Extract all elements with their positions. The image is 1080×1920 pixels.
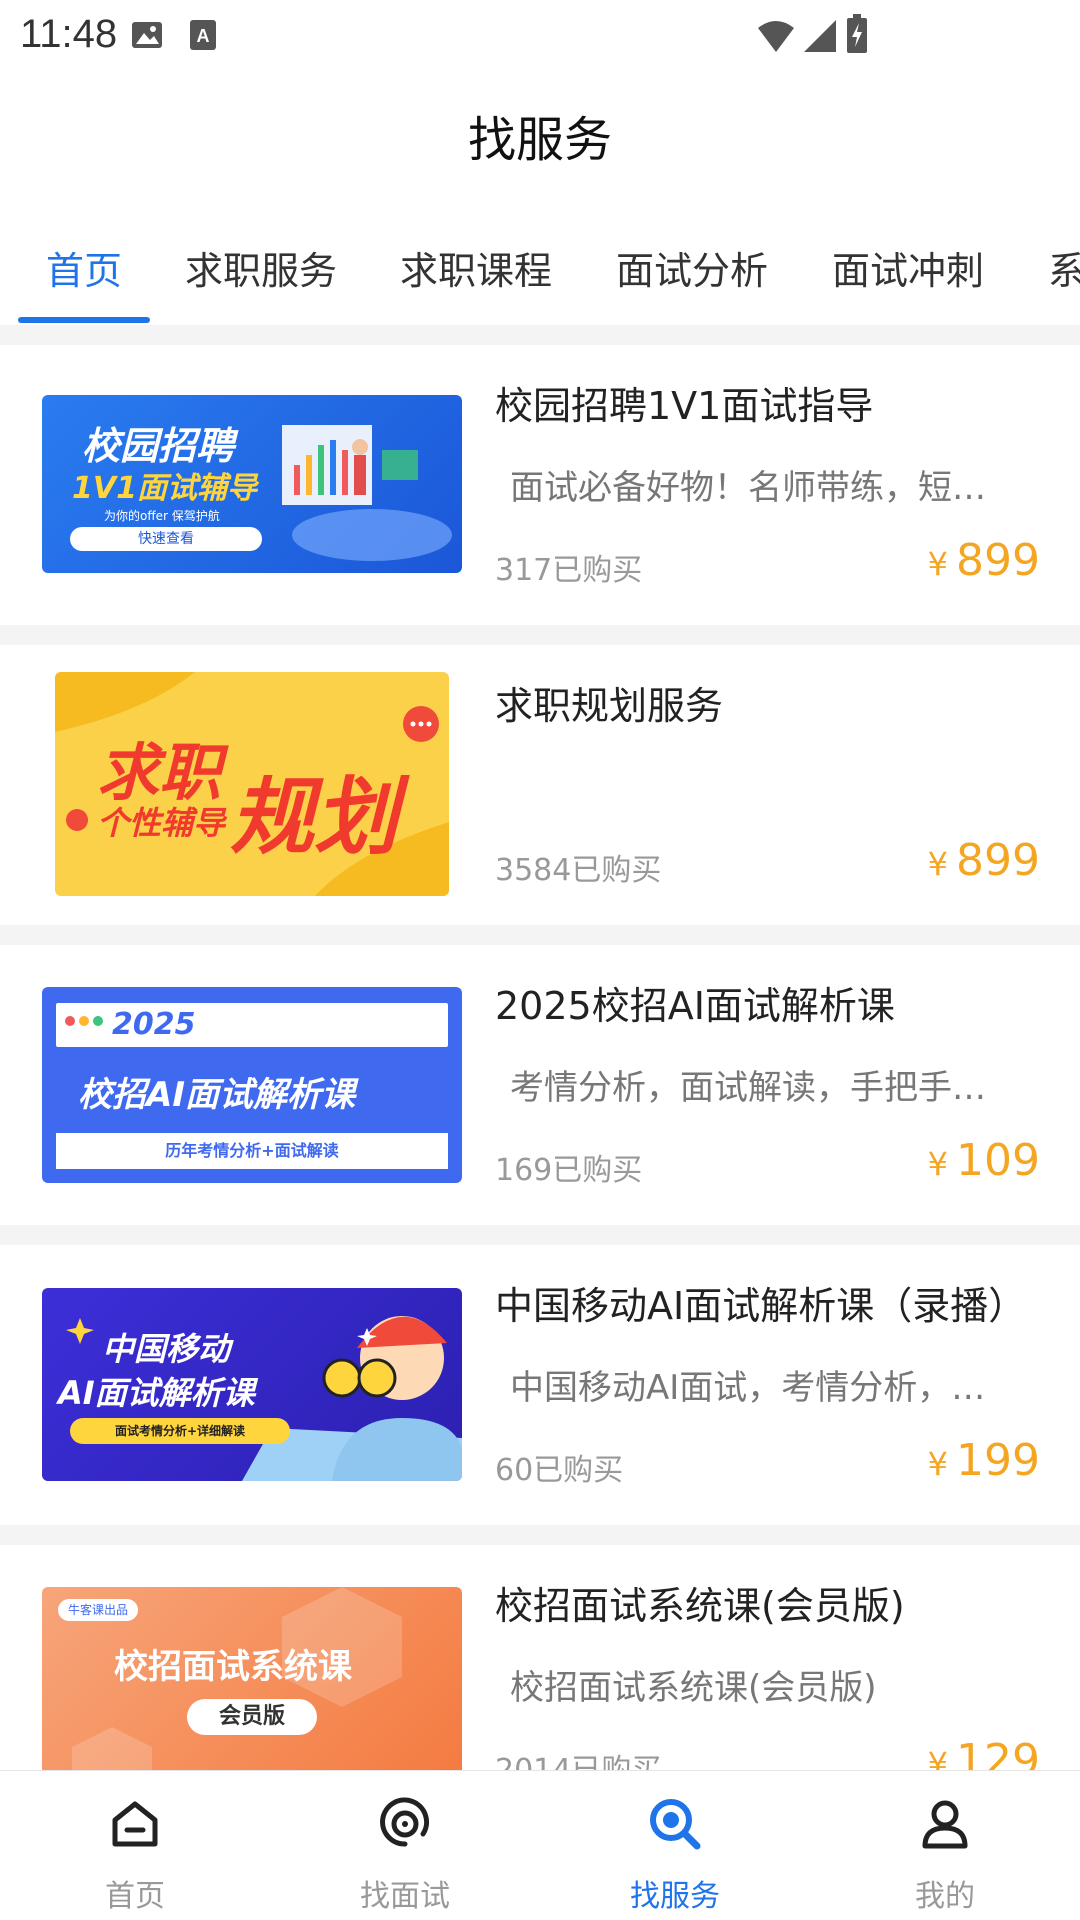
service-banner: 求职 规划 个性辅导: [55, 672, 449, 896]
banner-cta: 快速查看: [70, 527, 262, 551]
nav-find-interview[interactable]: 找面试: [270, 1771, 540, 1920]
status-bar: 11:48 A: [0, 0, 1080, 72]
page-title: 找服务: [467, 112, 612, 168]
service-card[interactable]: 求职 规划 个性辅导 求职规划服务 3584已购买 ¥899: [0, 645, 1080, 925]
card-price: ¥199: [928, 1435, 1040, 1486]
service-card[interactable]: 牛客课出品 校招面试系统课 会员版 校招面试系统课(会员版) 校招面试系统课(会…: [0, 1545, 1080, 1770]
tab-home[interactable]: 首页: [46, 240, 122, 295]
banner-heading: 中国移动: [102, 1330, 231, 1368]
banner-tagline: 历年考情分析+面试解读: [56, 1133, 448, 1169]
banner-cta: 会员版: [187, 1699, 317, 1735]
tab-job-courses[interactable]: 求职课程: [400, 240, 552, 295]
card-title: 求职规划服务: [495, 684, 724, 728]
card-sold-count: 2014已购买: [495, 1745, 661, 1770]
tab-interview-analysis[interactable]: 面试分析: [616, 240, 768, 295]
tab-interview-sprint[interactable]: 面试冲刺: [832, 240, 984, 295]
banner-year: 2025: [112, 1007, 196, 1042]
signal-icon: [804, 20, 836, 52]
price-value: 899: [956, 535, 1040, 586]
banner-badge: 牛客课出品: [58, 1599, 139, 1621]
target-icon: [380, 1797, 430, 1847]
currency-symbol: ¥: [927, 1745, 949, 1770]
service-banner: 中国移动 AI面试解析课 面试考情分析+详细解读: [42, 1288, 462, 1481]
search-icon: [650, 1799, 701, 1850]
home-icon: [112, 1801, 158, 1847]
status-time: 11:48: [20, 12, 118, 56]
card-description: 中国移动AI面试，考情分析，…: [510, 1368, 986, 1408]
service-list: 校园招聘 1V1面试辅导 为你的offer 保驾护航 快速查看 校园招聘1V1面…: [0, 325, 1080, 1770]
image-notification-icon: [132, 22, 162, 48]
price-value: 199: [956, 1435, 1040, 1486]
tab-job-services[interactable]: 求职服务: [185, 240, 337, 295]
banner-heading: 校招面试系统课: [114, 1647, 352, 1687]
tab-indicator: [18, 317, 150, 323]
card-description: 考情分析，面试解读，手把手…: [510, 1068, 986, 1108]
banner-subheading: AI面试解析课: [58, 1374, 255, 1412]
tab-more[interactable]: 系: [1048, 240, 1080, 295]
nav-profile-label: 我的: [915, 1879, 975, 1914]
user-icon: [922, 1800, 968, 1849]
nav-profile[interactable]: 我的: [810, 1771, 1080, 1920]
card-price: ¥899: [928, 835, 1040, 886]
card-sold-count: 169已购买: [495, 1153, 643, 1188]
svg-text:A: A: [197, 26, 210, 46]
service-card[interactable]: 中国移动 AI面试解析课 面试考情分析+详细解读 中国移动AI面试解析课（录播）…: [0, 1245, 1080, 1525]
card-description: 校招面试系统课(会员版): [510, 1668, 877, 1708]
nav-find-service-label: 找服务: [630, 1879, 720, 1914]
card-price: ¥899: [928, 535, 1040, 586]
keyboard-notification-icon: A: [190, 20, 216, 50]
banner-heading: 校招AI面试解析课: [78, 1075, 355, 1115]
card-sold-count: 3584已购买: [495, 853, 662, 888]
currency-symbol: ¥: [927, 1145, 949, 1183]
card-title: 中国移动AI面试解析课（录播）: [495, 1284, 1027, 1328]
price-value: 129: [956, 1735, 1040, 1770]
bottom-navigation: 首页 找面试 找服务 我的: [0, 1770, 1080, 1920]
price-value: 109: [956, 1135, 1040, 1186]
service-banner: 牛客课出品 校招面试系统课 会员版: [42, 1587, 462, 1770]
banner-tagline: 为你的offer 保驾护航: [104, 509, 220, 523]
card-title: 校园招聘1V1面试指导: [495, 384, 874, 428]
card-title: 校招面试系统课(会员版): [495, 1584, 905, 1628]
service-card[interactable]: 校园招聘 1V1面试辅导 为你的offer 保驾护航 快速查看 校园招聘1V1面…: [0, 345, 1080, 625]
nav-find-interview-label: 找面试: [360, 1879, 450, 1914]
nav-home[interactable]: 首页: [0, 1771, 270, 1920]
card-sold-count: 317已购买: [495, 553, 643, 588]
banner-subheading: 规划: [230, 768, 399, 866]
nav-home-label: 首页: [105, 1879, 165, 1914]
wifi-icon: [758, 21, 794, 52]
banner-tagline: 面试考情分析+详细解读: [70, 1418, 290, 1444]
card-sold-count: 60已购买: [495, 1453, 624, 1488]
card-title: 2025校招AI面试解析课: [495, 984, 895, 1028]
currency-symbol: ¥: [927, 1445, 949, 1483]
banner-heading: 校园招聘: [82, 424, 235, 468]
currency-symbol: ¥: [927, 545, 949, 583]
service-banner: 校园招聘 1V1面试辅导 为你的offer 保驾护航 快速查看: [42, 395, 462, 573]
card-price: ¥129: [928, 1735, 1040, 1770]
banner-subheading: 1V1面试辅导: [72, 471, 257, 506]
card-description: 面试必备好物！名师带练，短…: [510, 468, 986, 508]
nav-find-service[interactable]: 找服务: [540, 1771, 810, 1920]
service-card[interactable]: 2025 校招AI面试解析课 历年考情分析+面试解读 2025校招AI面试解析课…: [0, 945, 1080, 1225]
banner-tagline: 个性辅导: [97, 804, 226, 842]
currency-symbol: ¥: [927, 845, 949, 883]
category-tabs: 首页 求职服务 求职课程 面试分析 面试冲刺 系: [0, 230, 1080, 325]
battery-icon: [847, 14, 867, 53]
price-value: 899: [956, 835, 1040, 886]
service-banner: 2025 校招AI面试解析课 历年考情分析+面试解读: [42, 987, 462, 1183]
card-price: ¥109: [928, 1135, 1040, 1186]
